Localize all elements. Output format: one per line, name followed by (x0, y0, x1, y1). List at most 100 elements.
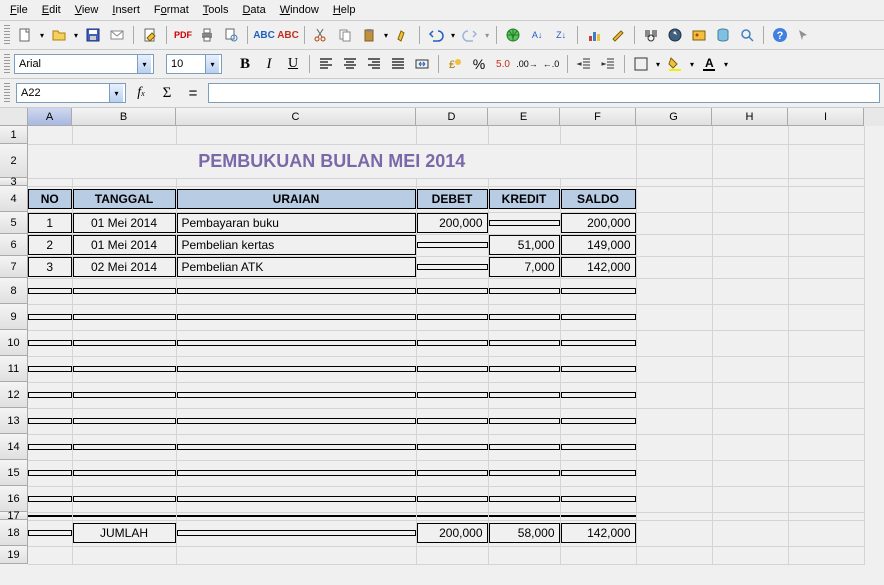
menu-file[interactable]: File (4, 2, 34, 18)
font-name-dropdown[interactable]: ▾ (137, 55, 151, 73)
col-header-a[interactable]: A (28, 108, 72, 126)
help-button[interactable]: ? (769, 24, 791, 46)
col-header-b[interactable]: B (72, 108, 176, 126)
zoom-button[interactable] (736, 24, 758, 46)
show-draw-button[interactable] (607, 24, 629, 46)
name-box[interactable]: ▾ (16, 83, 126, 103)
menu-tools[interactable]: Tools (197, 2, 235, 18)
select-all-corner[interactable] (0, 108, 28, 126)
row-header-16[interactable]: 16 (0, 486, 28, 512)
menu-view[interactable]: View (69, 2, 105, 18)
col-header-d[interactable]: D (416, 108, 488, 126)
sort-asc-button[interactable]: A↓ (526, 24, 548, 46)
toolbar-grip-3[interactable] (4, 83, 10, 103)
col-header-c[interactable]: C (176, 108, 416, 126)
bgcolor-dropdown[interactable]: ▾ (688, 60, 696, 69)
paste-dropdown[interactable]: ▾ (382, 31, 390, 40)
row-header-1[interactable]: 1 (0, 126, 28, 144)
underline-button[interactable]: U (282, 53, 304, 75)
row-header-3[interactable]: 3 (0, 178, 28, 186)
open-dropdown[interactable]: ▾ (72, 31, 80, 40)
row-header-18[interactable]: 18 (0, 520, 28, 546)
autospell-button[interactable]: ABC (277, 24, 299, 46)
borders-button[interactable] (630, 53, 652, 75)
new-button[interactable] (14, 24, 36, 46)
datasources-button[interactable] (712, 24, 734, 46)
save-button[interactable] (82, 24, 104, 46)
print-preview-button[interactable] (220, 24, 242, 46)
toolbar-grip-2[interactable] (4, 54, 10, 74)
name-box-dropdown[interactable]: ▾ (109, 84, 123, 102)
increase-indent-button[interactable] (597, 53, 619, 75)
row-header-13[interactable]: 13 (0, 408, 28, 434)
undo-dropdown[interactable]: ▾ (449, 31, 457, 40)
row-header-8[interactable]: 8 (0, 278, 28, 304)
row-header-6[interactable]: 6 (0, 234, 28, 256)
row-header-17[interactable]: 17 (0, 512, 28, 520)
name-box-input[interactable] (21, 87, 109, 99)
edit-file-button[interactable] (139, 24, 161, 46)
align-center-button[interactable] (339, 53, 361, 75)
row-header-14[interactable]: 14 (0, 434, 28, 460)
function-wizard-button[interactable]: fx (130, 82, 152, 104)
copy-button[interactable] (334, 24, 356, 46)
font-name-input[interactable] (19, 58, 137, 70)
cells[interactable]: PEMBUKUAN BULAN MEI 2014 NO TANGGAL URAI… (28, 126, 865, 565)
format-paintbrush-button[interactable] (392, 24, 414, 46)
merge-cells-button[interactable] (411, 53, 433, 75)
row-header-11[interactable]: 11 (0, 356, 28, 382)
decrease-indent-button[interactable] (573, 53, 595, 75)
paste-button[interactable] (358, 24, 380, 46)
print-button[interactable] (196, 24, 218, 46)
cut-button[interactable] (310, 24, 332, 46)
chart-button[interactable] (583, 24, 605, 46)
navigator-button[interactable] (664, 24, 686, 46)
row-header-2[interactable]: 2 (0, 144, 28, 178)
sum-button[interactable]: Σ (156, 82, 178, 104)
row-header-9[interactable]: 9 (0, 304, 28, 330)
font-size-dropdown[interactable]: ▾ (205, 55, 219, 73)
row-header-10[interactable]: 10 (0, 330, 28, 356)
align-right-button[interactable] (363, 53, 385, 75)
menu-data[interactable]: Data (236, 2, 271, 18)
row-header-4[interactable]: 4 (0, 186, 28, 212)
spellcheck-button[interactable]: ABC (253, 24, 275, 46)
font-name-combo[interactable]: ▾ (14, 54, 154, 74)
row-header-15[interactable]: 15 (0, 460, 28, 486)
standard-format-button[interactable]: 5.0 (492, 53, 514, 75)
align-left-button[interactable] (315, 53, 337, 75)
menu-edit[interactable]: Edit (36, 2, 67, 18)
gallery-button[interactable] (688, 24, 710, 46)
italic-button[interactable]: I (258, 53, 280, 75)
email-button[interactable] (106, 24, 128, 46)
delete-decimal-button[interactable]: ←.0 (540, 53, 562, 75)
redo-button[interactable] (459, 24, 481, 46)
open-button[interactable] (48, 24, 70, 46)
pdf-button[interactable]: PDF (172, 24, 194, 46)
percent-button[interactable]: % (468, 53, 490, 75)
col-header-h[interactable]: H (712, 108, 788, 126)
col-header-e[interactable]: E (488, 108, 560, 126)
currency-button[interactable]: ₤ (444, 53, 466, 75)
menu-format[interactable]: Format (148, 2, 195, 18)
menu-help[interactable]: Help (327, 2, 362, 18)
row-header-12[interactable]: 12 (0, 382, 28, 408)
menu-insert[interactable]: Insert (106, 2, 146, 18)
function-button[interactable]: = (182, 82, 204, 104)
find-button[interactable] (640, 24, 662, 46)
bold-button[interactable]: B (234, 53, 256, 75)
row-header-5[interactable]: 5 (0, 212, 28, 234)
row-header-7[interactable]: 7 (0, 256, 28, 278)
col-header-f[interactable]: F (560, 108, 636, 126)
borders-dropdown[interactable]: ▾ (654, 60, 662, 69)
toolbar-grip[interactable] (4, 25, 10, 45)
col-header-i[interactable]: I (788, 108, 864, 126)
sort-desc-button[interactable]: Z↓ (550, 24, 572, 46)
menu-window[interactable]: Window (274, 2, 325, 18)
add-decimal-button[interactable]: .00→ (516, 53, 538, 75)
redo-dropdown[interactable]: ▾ (483, 31, 491, 40)
undo-button[interactable] (425, 24, 447, 46)
font-size-combo[interactable]: ▾ (166, 54, 222, 74)
align-justify-button[interactable] (387, 53, 409, 75)
col-header-g[interactable]: G (636, 108, 712, 126)
